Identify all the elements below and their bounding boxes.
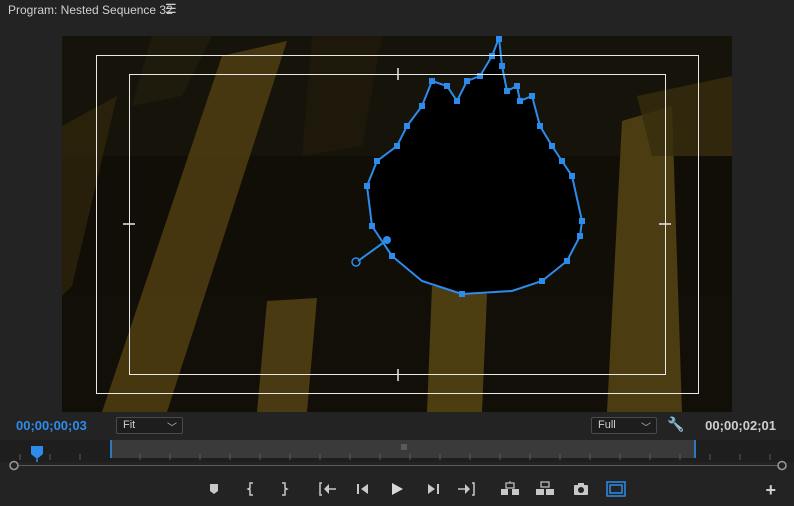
- go-to-in-button[interactable]: [317, 478, 339, 500]
- safe-margins-button[interactable]: [605, 478, 627, 500]
- step-forward-button[interactable]: [422, 478, 444, 500]
- step-back-icon: [357, 484, 368, 494]
- lift-button[interactable]: [499, 478, 521, 500]
- hamburger-menu-icon[interactable]: ☰: [165, 1, 177, 17]
- extract-icon: [536, 481, 554, 495]
- export-frame-button[interactable]: [570, 478, 592, 500]
- mark-out-icon: [282, 482, 289, 496]
- current-timecode[interactable]: 00;00;00;03: [16, 418, 87, 433]
- work-area-bar[interactable]: [110, 440, 696, 458]
- extract-button[interactable]: [534, 478, 556, 500]
- play-icon: [392, 483, 403, 495]
- zoom-level-value: Fit: [123, 419, 136, 431]
- zoom-scroll-start-handle[interactable]: [9, 460, 19, 471]
- play-button[interactable]: [386, 478, 408, 500]
- playback-resolution-dropdown[interactable]: Full ﹀: [591, 417, 657, 434]
- zoom-scroll-end-handle[interactable]: [777, 460, 787, 471]
- panel-header: Program: Nested Sequence 32 ☰: [0, 0, 794, 22]
- zoom-level-dropdown[interactable]: Fit ﹀: [116, 417, 183, 434]
- go-to-out-icon: [458, 482, 475, 496]
- wrench-icon[interactable]: 🔧: [667, 416, 684, 433]
- button-editor-add-button[interactable]: +: [765, 480, 776, 501]
- go-to-in-icon: [319, 482, 336, 496]
- transport-controls: [0, 478, 794, 502]
- mark-in-icon: [246, 482, 253, 496]
- panel-title: Program: Nested Sequence 32: [8, 3, 173, 17]
- duration-timecode: 00;00;02;01: [705, 418, 776, 433]
- safe-margins-icon: [606, 481, 626, 497]
- time-ruler[interactable]: [0, 440, 794, 472]
- chevron-down-icon: ﹀: [641, 423, 651, 434]
- marker-icon: [210, 484, 218, 494]
- step-forward-icon: [428, 484, 439, 494]
- mark-in-button[interactable]: [240, 478, 262, 500]
- lift-icon: [501, 481, 519, 495]
- mark-out-button[interactable]: [273, 478, 295, 500]
- program-monitor-viewer[interactable]: [62, 36, 732, 412]
- video-frame: [62, 36, 732, 412]
- step-back-button[interactable]: [352, 478, 374, 500]
- playback-resolution-value: Full: [598, 419, 616, 431]
- chevron-down-icon: ﹀: [167, 423, 177, 434]
- camera-icon: [574, 483, 588, 495]
- add-marker-button[interactable]: [203, 478, 225, 500]
- go-to-out-button[interactable]: [455, 478, 477, 500]
